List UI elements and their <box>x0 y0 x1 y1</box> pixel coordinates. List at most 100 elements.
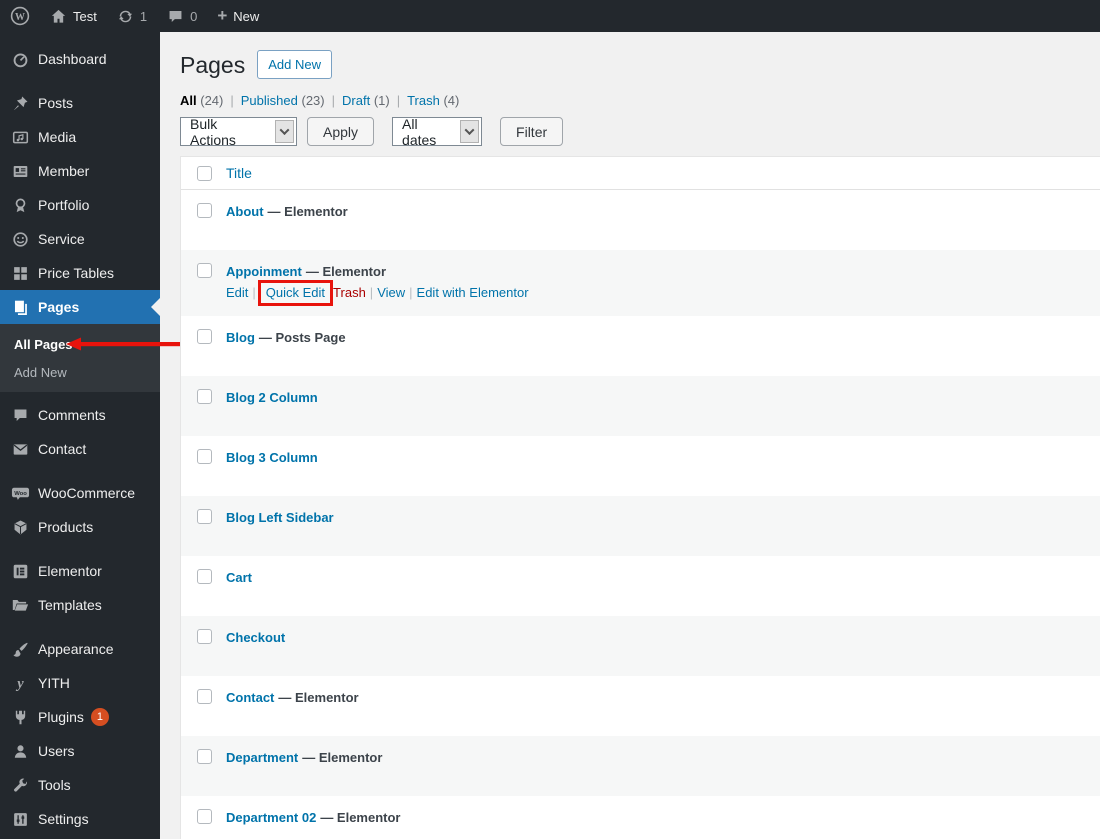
woocommerce-icon: Woo <box>10 483 30 503</box>
comments-indicator[interactable]: 0 <box>157 0 207 32</box>
sidebar-item-users[interactable]: Users <box>0 734 160 768</box>
sidebar-item-elementor[interactable]: Elementor <box>0 554 160 588</box>
column-header-title[interactable]: Title <box>226 165 252 181</box>
sidebar-item-templates[interactable]: Templates <box>0 588 160 622</box>
sidebar-item-posts[interactable]: Posts <box>0 86 160 120</box>
post-state: — Elementor <box>302 750 383 765</box>
post-state: — Posts Page <box>258 330 346 345</box>
row-checkbox[interactable] <box>197 449 212 464</box>
quick-edit-link[interactable]: Quick Edit <box>266 285 325 300</box>
sidebar-item-yith[interactable]: y YITH <box>0 666 160 700</box>
sidebar-item-tools[interactable]: Tools <box>0 768 160 802</box>
page-link[interactable]: Blog <box>226 330 255 345</box>
table-row: Blog Left Sidebar <box>181 496 1100 556</box>
row-checkbox[interactable] <box>197 749 212 764</box>
site-link[interactable]: Test <box>40 0 107 32</box>
edit-link[interactable]: Edit <box>226 285 248 300</box>
comments-icon <box>10 405 30 425</box>
plus-icon: + <box>217 5 228 25</box>
sidebar-item-service[interactable]: Service <box>0 222 160 256</box>
sidebar-item-products[interactable]: Products <box>0 510 160 544</box>
sidebar-item-media[interactable]: Media <box>0 120 160 154</box>
elementor-icon <box>10 561 30 581</box>
table-row: Checkout <box>181 616 1100 676</box>
brush-icon <box>10 639 30 659</box>
table-row: Cart <box>181 556 1100 616</box>
row-checkbox[interactable] <box>197 263 212 278</box>
new-content-menu[interactable]: + New <box>207 0 269 32</box>
sidebar-item-dashboard[interactable]: Dashboard <box>0 42 160 76</box>
plugins-update-badge: 1 <box>90 708 109 726</box>
sidebar-item-member[interactable]: Member <box>0 154 160 188</box>
page-link[interactable]: Appoinment <box>226 264 302 279</box>
filter-published[interactable]: Published (23) <box>241 93 342 108</box>
sidebar-item-plugins[interactable]: Plugins 1 <box>0 700 160 734</box>
chevron-down-icon <box>460 120 480 143</box>
dates-filter-select[interactable]: All dates <box>392 116 483 148</box>
wrench-icon <box>10 775 30 795</box>
row-checkbox[interactable] <box>197 389 212 404</box>
filter-trash[interactable]: Trash (4) <box>407 93 459 108</box>
row-checkbox[interactable] <box>197 629 212 644</box>
grid-icon <box>10 263 30 283</box>
row-checkbox[interactable] <box>197 689 212 704</box>
add-new-button[interactable]: Add New <box>257 50 332 79</box>
table-row: Blog — Posts Page <box>181 316 1100 376</box>
sidebar-item-settings[interactable]: Settings <box>0 802 160 836</box>
settings-icon <box>10 809 30 829</box>
page-link[interactable]: About <box>226 204 264 219</box>
sidebar-item-price-tables[interactable]: Price Tables <box>0 256 160 290</box>
plugin-icon <box>10 707 30 727</box>
apply-button[interactable]: Apply <box>307 117 375 146</box>
status-filters: All (24)Published (23)Draft (1)Trash (4) <box>180 93 1100 108</box>
filter-draft[interactable]: Draft (1) <box>342 93 407 108</box>
row-checkbox[interactable] <box>197 809 212 824</box>
row-checkbox[interactable] <box>197 329 212 344</box>
view-link[interactable]: View <box>377 285 405 300</box>
page-link[interactable]: Blog 2 Column <box>226 390 318 405</box>
page-link[interactable]: Contact <box>226 690 274 705</box>
page-link[interactable]: Department <box>226 750 298 765</box>
page-link[interactable]: Cart <box>226 570 252 585</box>
list-toolbar: Bulk Actions Apply All dates Filter <box>180 116 1100 148</box>
sidebar-item-appearance[interactable]: Appearance <box>0 632 160 666</box>
sidebar-item-comments[interactable]: Comments <box>0 398 160 432</box>
filter-all[interactable]: All (24) <box>180 93 241 108</box>
table-row: Department — Elementor <box>181 736 1100 796</box>
pages-list-table: Title About — Elementor Appoinment — Eleme… <box>180 156 1100 839</box>
bulk-actions-select[interactable]: Bulk Actions <box>180 116 297 148</box>
id-card-icon <box>10 161 30 181</box>
main-content: Pages Add New All (24)Published (23)Draf… <box>160 32 1100 839</box>
trash-link[interactable]: Trash <box>333 285 366 300</box>
svg-text:W: W <box>15 12 25 23</box>
select-all-checkbox[interactable] <box>197 165 212 181</box>
update-count: 1 <box>139 8 148 24</box>
page-link[interactable]: Blog 3 Column <box>226 450 318 465</box>
svg-text:Woo: Woo <box>14 491 27 497</box>
pages-submenu: All Pages Add New <box>0 324 160 392</box>
users-icon <box>10 741 30 761</box>
submenu-item-add-new[interactable]: Add New <box>0 358 160 386</box>
page-link[interactable]: Blog Left Sidebar <box>226 510 334 525</box>
row-checkbox[interactable] <box>197 569 212 584</box>
post-state: — Elementor <box>267 204 348 219</box>
annotation-arrow <box>66 337 180 351</box>
page-link[interactable]: Checkout <box>226 630 285 645</box>
post-state: — Elementor <box>320 810 401 825</box>
filter-button[interactable]: Filter <box>500 117 564 146</box>
row-checkbox[interactable] <box>197 509 212 524</box>
edit-with-elementor-link[interactable]: Edit with Elementor <box>417 285 529 300</box>
row-checkbox[interactable] <box>197 203 212 218</box>
table-row: Department 02 — Elementor <box>181 796 1100 839</box>
sidebar-item-contact[interactable]: Contact <box>0 432 160 466</box>
wordpress-menu[interactable]: W <box>0 0 40 32</box>
page-link[interactable]: Department 02 <box>226 810 316 825</box>
sidebar-item-pages[interactable]: Pages <box>0 290 160 324</box>
sidebar-item-portfolio[interactable]: Portfolio <box>0 188 160 222</box>
product-box-icon <box>10 517 30 537</box>
updates-indicator[interactable]: 1 <box>107 0 157 32</box>
svg-text:y: y <box>15 676 24 692</box>
comment-count: 0 <box>190 8 198 24</box>
sidebar-item-woocommerce[interactable]: Woo WooCommerce <box>0 476 160 510</box>
table-row: Blog 2 Column <box>181 376 1100 436</box>
